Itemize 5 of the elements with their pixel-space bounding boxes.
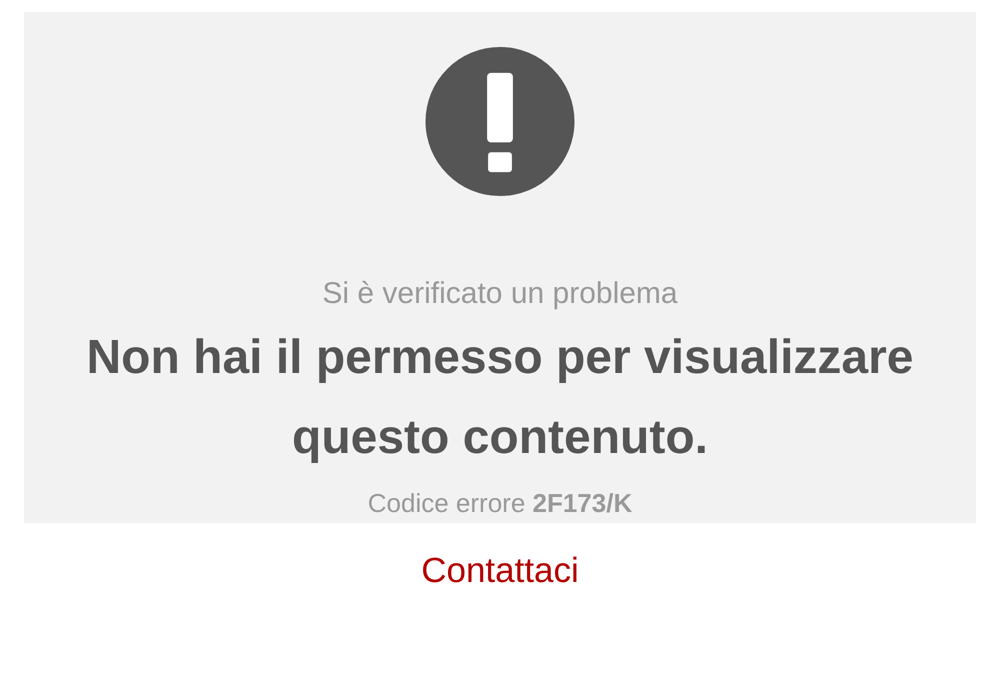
error-subtitle: Si è verificato un problema: [322, 276, 678, 312]
error-code: Codice errore 2F173/K: [368, 487, 632, 520]
contact-link[interactable]: Contattaci: [421, 545, 579, 598]
exclamation-icon: [425, 47, 575, 196]
error-message: Non hai il permesso per visualizzare questo contenuto.: [86, 330, 914, 466]
